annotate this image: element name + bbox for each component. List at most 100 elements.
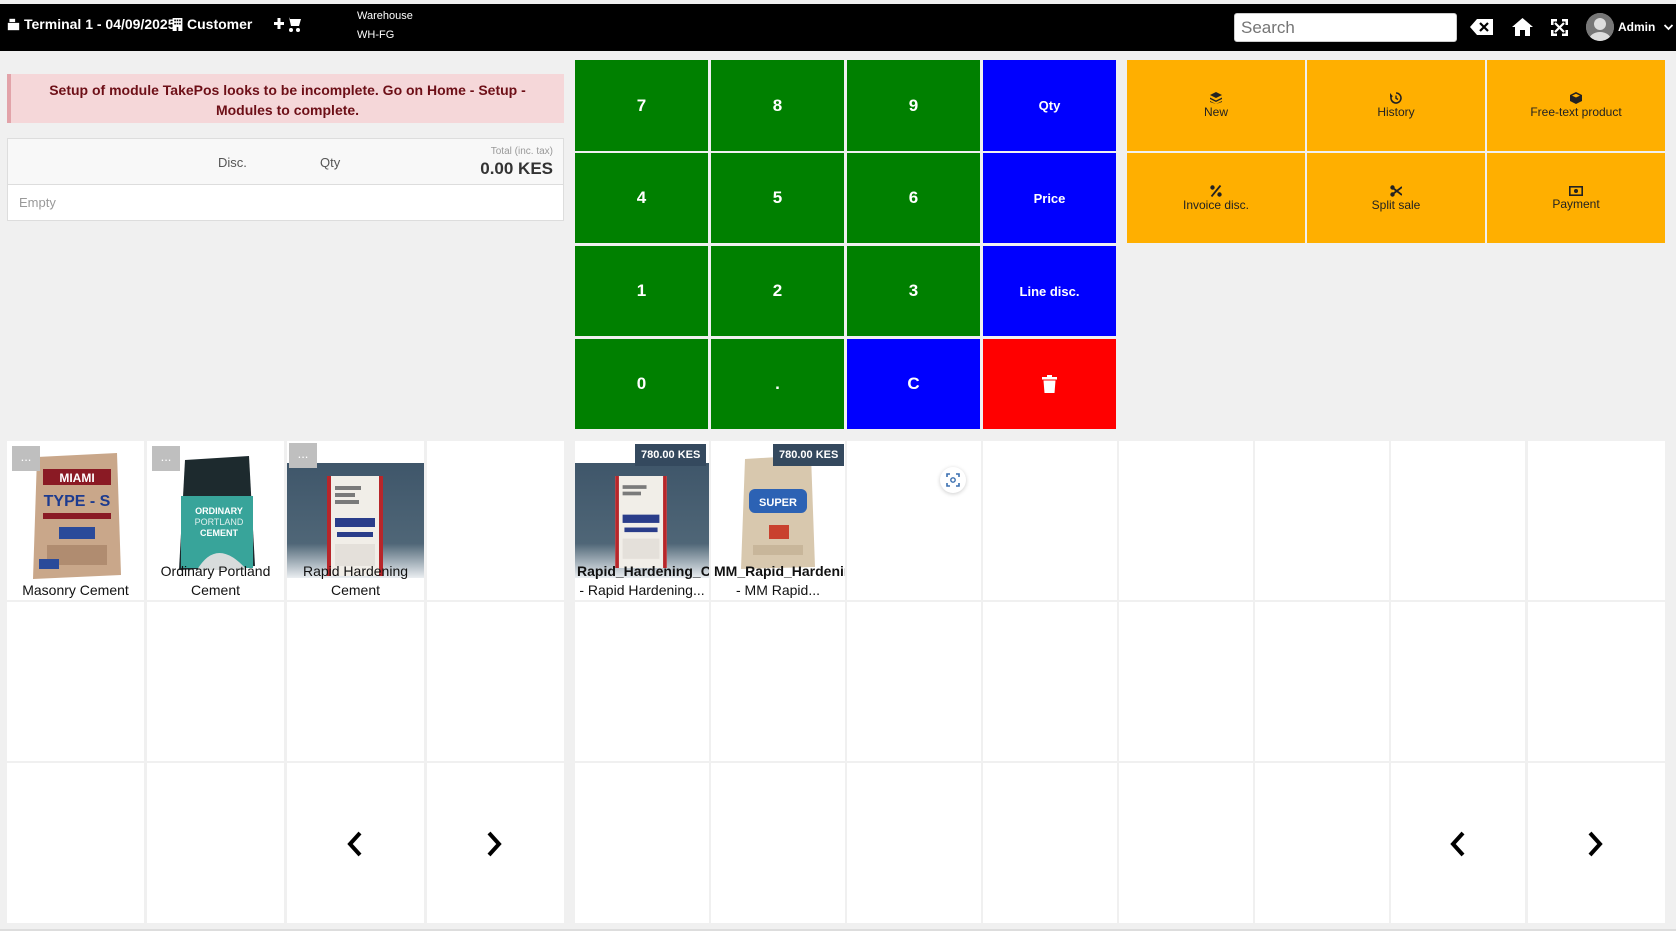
category-next-page-button[interactable] (427, 763, 564, 923)
scan-button[interactable] (940, 467, 966, 493)
user-avatar-icon[interactable] (1586, 13, 1614, 41)
portland-cement-bag-image: ORDINARY PORTLAND CEMENT (179, 456, 255, 570)
product-empty-cell (847, 602, 981, 761)
product-empty-cell (711, 763, 845, 923)
category-label: Ordinary Portland Cement (160, 563, 271, 598)
split-sale-label: Split sale (1371, 197, 1421, 212)
category-empty-cell (7, 602, 144, 761)
delete-line-button[interactable] (983, 339, 1116, 429)
rapid-hardening-product-image (615, 476, 667, 568)
product-ref: MM_Rapid_Hardening (714, 563, 845, 579)
add-cart-icon (274, 17, 301, 32)
warehouse-value[interactable]: WH-FG (357, 29, 394, 41)
product-empty-cell (1255, 602, 1389, 761)
product-ref: Rapid_Hardening_Cement (577, 563, 709, 579)
home-icon (1512, 18, 1533, 36)
history-button[interactable]: History (1307, 60, 1485, 151)
product-card-rapid-hardening[interactable]: 780.00 KES Rapid_Hardening_Cement - Rapi… (575, 441, 709, 600)
product-empty-cell (1119, 441, 1253, 600)
category-more-button[interactable]: ... (152, 446, 180, 471)
category-card-rapid-hardening-cement[interactable]: ... Rapid Hardening Cement (287, 441, 424, 600)
category-label: Rapid Hardening Cement (302, 563, 409, 598)
scan-icon (946, 473, 960, 487)
chevron-right-icon (1588, 831, 1603, 857)
product-empty-cell (575, 763, 709, 923)
key-2[interactable]: 2 (711, 246, 844, 336)
invoice-disc-button[interactable]: Invoice disc. (1127, 153, 1305, 243)
chevron-right-icon (487, 831, 502, 857)
top-bar: Terminal 1 - 04/09/2025 Customer Warehou… (0, 4, 1676, 51)
free-text-product-button[interactable]: Free-text product (1487, 60, 1665, 151)
clear-button[interactable]: C (847, 339, 980, 429)
chevron-left-icon (347, 831, 362, 857)
order-header: Disc. Qty Total (inc. tax) 0.00 KES (8, 139, 563, 185)
category-more-button[interactable]: ... (12, 446, 40, 471)
warehouse-label: Warehouse (357, 10, 413, 22)
split-sale-button[interactable]: Split sale (1307, 153, 1485, 243)
invoice-disc-label: Invoice disc. (1182, 197, 1250, 212)
cube-icon (1570, 92, 1582, 104)
user-menu[interactable]: Admin (1618, 20, 1673, 34)
key-1[interactable]: 1 (575, 246, 708, 336)
category-empty-cell (7, 763, 144, 923)
key-5[interactable]: 5 (711, 153, 844, 243)
price-button[interactable]: Price (983, 153, 1116, 243)
fullscreen-icon (1551, 19, 1568, 36)
key-0[interactable]: 0 (575, 339, 708, 429)
chevron-down-icon (1663, 24, 1673, 31)
mm-rapid-hardening-product-image: SUPER (741, 455, 815, 569)
product-price-badge: 780.00 KES (635, 444, 707, 466)
category-prev-page-button[interactable] (287, 763, 424, 923)
product-next-page-button[interactable] (1528, 763, 1665, 923)
key-7[interactable]: 7 (575, 60, 708, 151)
product-scan-cell (847, 441, 981, 600)
category-card-ordinary-portland-cement[interactable]: ORDINARY PORTLAND CEMENT ... Ordinary Po… (147, 441, 284, 600)
clear-search-button[interactable] (1470, 19, 1493, 35)
category-card-masonry-cement[interactable]: MIAMI TYPE - S ... Masonry Cement (7, 441, 144, 600)
disc-column-header: Disc. (218, 155, 247, 170)
product-name: - Rapid Hardening... (579, 582, 705, 598)
key-3[interactable]: 3 (847, 246, 980, 336)
category-empty-cell (147, 602, 284, 761)
payment-button[interactable]: Payment (1487, 153, 1665, 243)
product-card-mm-rapid-hardening[interactable]: SUPER 780.00 KES MM_Rapid_Hardening - MM… (711, 441, 845, 600)
order-panel: Disc. Qty Total (inc. tax) 0.00 KES Empt… (7, 138, 564, 221)
product-empty-cell (575, 602, 709, 761)
category-empty-cell (427, 602, 564, 761)
order-total: 0.00 KES (480, 159, 553, 178)
percent-icon (1210, 184, 1222, 197)
rapid-hardening-bag-image (327, 476, 383, 576)
search-input[interactable] (1234, 13, 1457, 42)
masonry-cement-bag-image: MIAMI TYPE - S (33, 453, 121, 579)
product-empty-cell (1255, 763, 1389, 923)
fullscreen-button[interactable] (1551, 19, 1568, 36)
category-empty-cell (427, 441, 564, 600)
home-button[interactable] (1512, 18, 1533, 36)
category-more-button[interactable]: ... (289, 443, 317, 468)
key-4[interactable]: 4 (575, 153, 708, 243)
building-icon (172, 17, 183, 31)
customer-button[interactable]: Customer (172, 16, 252, 32)
product-price-badge: 780.00 KES (773, 444, 845, 466)
key-8[interactable]: 8 (711, 60, 844, 151)
svg-text:TYPE - S: TYPE - S (44, 493, 111, 510)
product-prev-page-button[interactable] (1391, 763, 1525, 923)
chevron-left-icon (1450, 831, 1465, 857)
payment-label: Payment (1552, 196, 1600, 211)
order-empty-text: Empty (19, 195, 56, 210)
product-empty-cell (1119, 602, 1253, 761)
backspace-icon (1470, 19, 1493, 35)
add-cart-button[interactable] (274, 15, 301, 33)
key-6[interactable]: 6 (847, 153, 980, 243)
new-label: New (1203, 105, 1228, 119)
terminal-menu[interactable]: Terminal 1 - 04/09/2025 (7, 16, 176, 32)
new-button[interactable]: New (1127, 60, 1305, 151)
qty-column-header: Qty (320, 155, 341, 170)
qty-button[interactable]: Qty (983, 60, 1116, 151)
product-empty-cell (1119, 763, 1253, 923)
key-9[interactable]: 9 (847, 60, 980, 151)
product-empty-cell (711, 602, 845, 761)
layers-icon (1210, 92, 1222, 104)
line-disc-button[interactable]: Line disc. (983, 246, 1116, 336)
key-dot[interactable]: . (711, 339, 844, 429)
